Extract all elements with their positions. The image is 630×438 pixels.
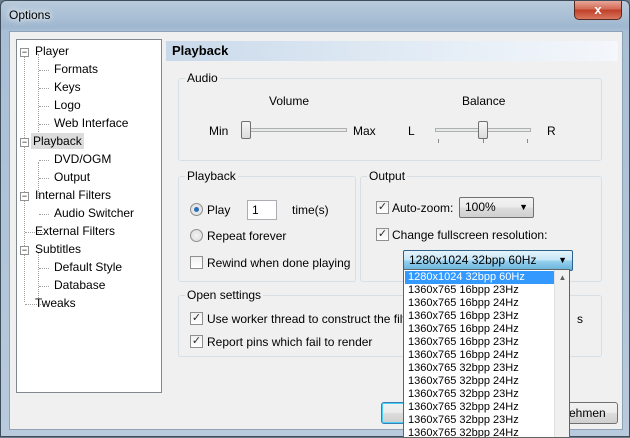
report-pins-label[interactable]: Report pins which fail to render bbox=[207, 335, 372, 349]
tree-line bbox=[39, 124, 49, 125]
tree-item-formats[interactable]: Formats bbox=[52, 61, 100, 77]
autozoom-checkbox[interactable]: ✓ bbox=[376, 201, 389, 214]
resolution-option[interactable]: 1360x765 16bpp 23Hz bbox=[405, 310, 555, 323]
tree-line bbox=[39, 106, 49, 107]
resolution-select[interactable]: 1280x1024 32bpp 60Hz ▼ bbox=[403, 250, 573, 271]
tree-item-web-interface[interactable]: Web Interface bbox=[52, 115, 130, 131]
report-pins-checkbox[interactable]: ✓ bbox=[190, 335, 203, 348]
tree-item-default-style[interactable]: Default Style bbox=[52, 259, 124, 275]
tree-item-external-filters[interactable]: External Filters bbox=[33, 223, 117, 239]
volume-slider-track[interactable] bbox=[245, 128, 347, 132]
collapse-icon[interactable]: − bbox=[20, 138, 29, 147]
options-window: Options x − Player Formats Keys Logo Web… bbox=[0, 0, 630, 438]
worker-thread-suffix: s bbox=[577, 312, 583, 326]
resolution-option[interactable]: 1360x765 16bpp 24Hz bbox=[405, 297, 555, 310]
chevron-down-icon: ▼ bbox=[519, 202, 528, 212]
play-count-input[interactable]: 1 bbox=[247, 200, 277, 220]
balance-tick bbox=[483, 139, 484, 143]
resolution-option[interactable]: 1360x765 16bpp 24Hz bbox=[405, 349, 555, 362]
worker-thread-label[interactable]: Use worker thread to construct the filte… bbox=[207, 312, 426, 326]
tree-line bbox=[24, 54, 25, 302]
play-radio[interactable] bbox=[190, 203, 203, 216]
fullscreen-label[interactable]: Change fullscreen resolution: bbox=[392, 228, 547, 242]
volume-slider-thumb[interactable] bbox=[241, 121, 251, 139]
volume-label: Volume bbox=[269, 94, 310, 108]
volume-max-label: Max bbox=[353, 124, 376, 138]
tree-line bbox=[39, 214, 49, 215]
tree-item-database[interactable]: Database bbox=[52, 277, 107, 293]
resolution-option[interactable]: 1360x765 32bpp 23Hz bbox=[405, 388, 555, 401]
tree-item-playback[interactable]: Playback bbox=[31, 133, 84, 149]
resolution-value: 1280x1024 32bpp 60Hz bbox=[409, 253, 537, 267]
tree-item-logo[interactable]: Logo bbox=[52, 97, 83, 113]
resolution-option[interactable]: 1280x1024 32bpp 60Hz bbox=[405, 271, 555, 284]
tree-line bbox=[39, 178, 49, 179]
balance-tick bbox=[527, 139, 528, 143]
tree-item-subtitles[interactable]: Subtitles bbox=[33, 241, 83, 257]
balance-tick bbox=[438, 139, 439, 143]
output-group-title: Output bbox=[367, 169, 408, 183]
balance-left-label: L bbox=[408, 124, 415, 138]
audio-group-title: Audio bbox=[185, 71, 220, 85]
autozoom-label[interactable]: Auto-zoom: bbox=[392, 201, 453, 215]
resolution-option[interactable]: 1360x765 16bpp 23Hz bbox=[405, 284, 555, 297]
tree-line bbox=[39, 88, 49, 89]
collapse-icon[interactable]: − bbox=[20, 246, 29, 255]
tree-item-output[interactable]: Output bbox=[52, 169, 92, 185]
audio-group: Audio Volume Min Max Balance L R bbox=[178, 71, 602, 161]
tree-item-player[interactable]: Player bbox=[33, 43, 71, 59]
options-tree[interactable]: − Player Formats Keys Logo Web Interface… bbox=[16, 39, 162, 393]
open-settings-group-title: Open settings bbox=[185, 288, 264, 302]
rewind-label[interactable]: Rewind when done playing bbox=[207, 256, 350, 270]
autozoom-select[interactable]: 100% ▼ bbox=[459, 197, 534, 218]
playback-group: Playback Play 1 time(s) Repeat forever R… bbox=[178, 169, 356, 282]
fullscreen-checkbox[interactable]: ✓ bbox=[376, 228, 389, 241]
balance-right-label: R bbox=[547, 124, 556, 138]
tree-line bbox=[38, 54, 39, 144]
tree-item-audio-switcher[interactable]: Audio Switcher bbox=[52, 205, 136, 221]
close-icon[interactable]: x bbox=[574, 1, 622, 20]
resolution-dropdown-list[interactable]: 1280x1024 32bpp 60Hz 1360x765 16bpp 23Hz… bbox=[403, 269, 570, 438]
resolution-option[interactable]: 1360x765 32bpp 24Hz bbox=[405, 375, 555, 388]
play-label[interactable]: Play bbox=[207, 203, 230, 217]
tree-line bbox=[39, 70, 49, 71]
resolution-option[interactable]: 1360x765 32bpp 24Hz bbox=[405, 401, 555, 414]
resolution-option[interactable]: 1360x765 32bpp 24Hz bbox=[405, 427, 555, 437]
chevron-up-icon[interactable]: ▲ bbox=[555, 270, 569, 285]
balance-label: Balance bbox=[462, 94, 506, 108]
resolution-option[interactable]: 1360x765 32bpp 23Hz bbox=[405, 414, 555, 427]
tree-item-keys[interactable]: Keys bbox=[52, 79, 83, 95]
output-group: Output ✓ Auto-zoom: 100% ▼ ✓ Change full… bbox=[360, 169, 602, 282]
collapse-icon[interactable]: − bbox=[20, 192, 29, 201]
resolution-option[interactable]: 1360x765 32bpp 23Hz bbox=[405, 362, 555, 375]
tree-line bbox=[39, 286, 49, 287]
repeat-forever-radio[interactable] bbox=[190, 229, 203, 242]
playback-group-title: Playback bbox=[185, 169, 238, 183]
resolution-option[interactable]: 1360x765 16bpp 24Hz bbox=[405, 323, 555, 336]
collapse-icon[interactable]: − bbox=[20, 48, 29, 57]
tree-item-internal-filters[interactable]: Internal Filters bbox=[33, 187, 113, 203]
dropdown-scrollbar[interactable]: ▲ bbox=[554, 270, 569, 437]
repeat-forever-label[interactable]: Repeat forever bbox=[207, 229, 286, 243]
page-title: Playback bbox=[166, 41, 618, 61]
tree-line bbox=[39, 268, 49, 269]
volume-min-label: Min bbox=[209, 124, 229, 138]
chevron-down-icon: ▼ bbox=[558, 255, 567, 265]
autozoom-value: 100% bbox=[465, 200, 496, 214]
worker-thread-checkbox[interactable]: ✓ bbox=[190, 312, 203, 325]
tree-item-dvd-ogm[interactable]: DVD/OGM bbox=[52, 151, 113, 167]
balance-slider-thumb[interactable] bbox=[478, 121, 488, 139]
window-title: Options bbox=[9, 8, 51, 22]
tree-item-tweaks[interactable]: Tweaks bbox=[33, 295, 78, 311]
rewind-checkbox[interactable] bbox=[190, 256, 203, 269]
times-label: time(s) bbox=[292, 203, 329, 217]
resolution-option[interactable]: 1360x765 16bpp 23Hz bbox=[405, 336, 555, 349]
tree-line bbox=[39, 160, 49, 161]
